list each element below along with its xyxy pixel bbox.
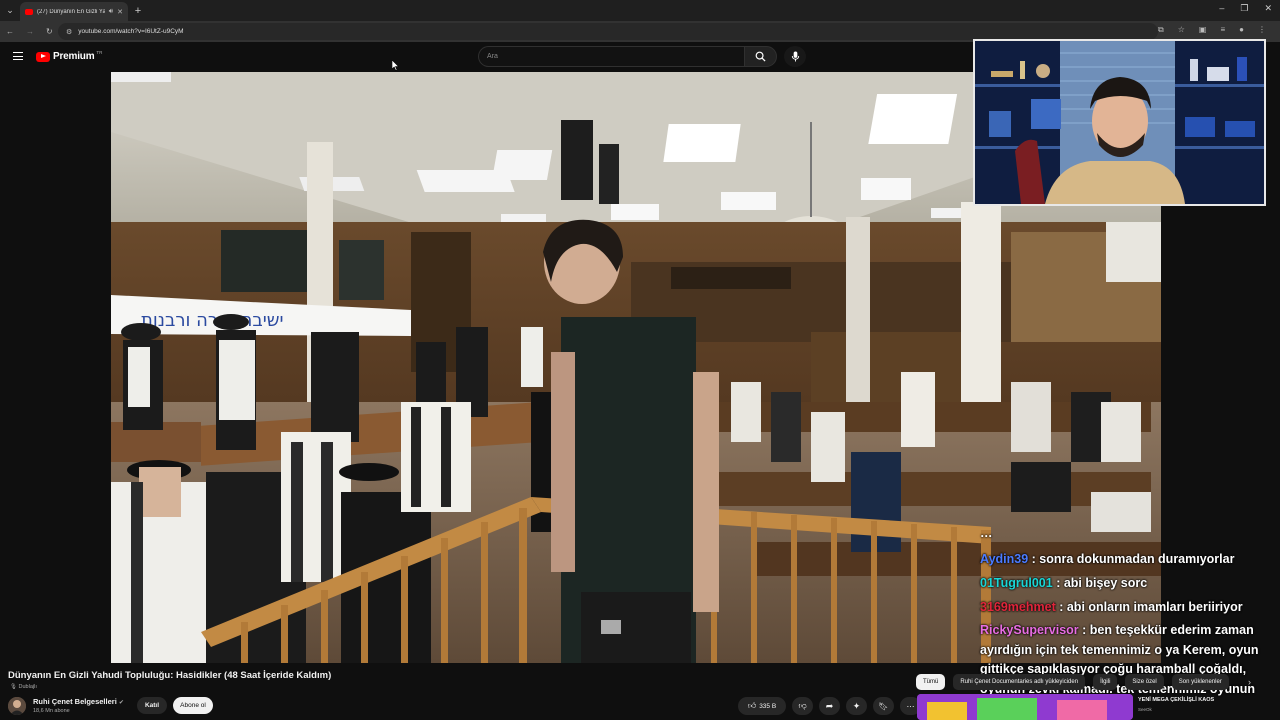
address-bar[interactable]: ⚙︎ youtube.com/watch?v=I6UtZ-u9CyM <box>58 23 1158 40</box>
like-button[interactable]: 👍︎ 335 B <box>738 697 786 715</box>
chat-message: 3169mehmet : abi onların imamları beriir… <box>980 597 1243 617</box>
share-button[interactable]: ➦ <box>819 697 840 715</box>
speaker-icon[interactable]: 🔊︎ <box>109 8 113 16</box>
chat-fragment: … <box>980 527 993 540</box>
youtube-premium-logo[interactable]: Premium TR <box>36 50 103 62</box>
save-button[interactable]: 🔖︎ <box>873 697 894 715</box>
youtube-favicon-icon <box>25 8 33 15</box>
channel-name[interactable]: Ruhi Çenet Belgeselleri ✔ <box>33 697 124 706</box>
dubbed-badge: 🎙︎ Dublajlı <box>10 684 37 690</box>
video-actions: 👍︎ 335 B 👎︎ ➦ ✦ 🔖︎ ⋯ <box>738 697 921 715</box>
like-count: 335 B <box>759 702 777 710</box>
bookmark-star-icon[interactable]: ☆ <box>1178 25 1185 35</box>
thumbnail-image <box>917 694 1133 720</box>
chip-all[interactable]: Tümü <box>916 674 946 690</box>
dubbed-icon: 🎙︎ <box>10 684 17 690</box>
more-horizontal-icon: ⋯ <box>906 701 915 711</box>
chat-text: : sonra dokunmadan duramıyorlar <box>1028 552 1235 566</box>
sparkle-icon: ✦ <box>852 700 861 711</box>
recommended-video-thumbnail[interactable] <box>917 694 1133 720</box>
chat-text: : abi onların imamları beriiriyor <box>1055 600 1243 614</box>
thumbs-down-icon: 👎︎ <box>798 701 807 710</box>
youtube-play-logo-icon <box>36 51 50 62</box>
browser-menu-icon[interactable]: ⋮ <box>1258 25 1266 35</box>
chat-username: 3169mehmet <box>980 600 1056 614</box>
tab-list-chevron-icon[interactable]: ⌄ <box>0 0 20 21</box>
recommended-video-channel: SeeOk <box>1138 707 1152 712</box>
chip-related[interactable]: İlgili <box>1093 674 1118 690</box>
chat-message: Aydin39 : sonra dokunmadan duramıyorlar <box>980 549 1234 569</box>
install-app-icon[interactable]: ⧉ <box>1158 25 1164 35</box>
subscriber-count: 18,6 Mn abone <box>33 708 70 714</box>
bookmark-icon: 🔖︎ <box>878 701 889 711</box>
chip-for-you[interactable]: Size özel <box>1125 674 1164 690</box>
window-close-icon[interactable]: ✕ <box>1264 3 1272 14</box>
media-icon[interactable]: ≡ <box>1220 25 1225 35</box>
profile-icon[interactable]: ● <box>1239 25 1244 35</box>
ask-button[interactable]: ✦ <box>846 697 867 715</box>
voice-search-button[interactable] <box>784 46 806 67</box>
url-text: youtube.com/watch?v=I6UtZ-u9CyM <box>78 28 184 35</box>
chevron-right-icon[interactable]: › <box>1248 677 1251 687</box>
extensions-icon[interactable]: ▣ <box>1199 25 1207 35</box>
search-input[interactable]: Ara <box>478 46 744 67</box>
join-button[interactable]: Katıl <box>137 697 167 714</box>
video-title: Dünyanın En Gizli Yahudi Topluluğu: Hasi… <box>8 670 332 681</box>
subscribe-button[interactable]: Abone ol <box>173 697 213 714</box>
dubbed-label: Dublajlı <box>18 684 37 690</box>
recommended-video-title[interactable]: YENİ MEGA ÇEKİLİŞLİ KAOS <box>1138 697 1214 703</box>
logo-text: Premium <box>53 51 95 62</box>
screen: ⌄ (27) Dünyanın En Gizli Yahu… 🔊︎ ✕ + – … <box>0 0 1280 720</box>
chat-username: Aydin39 <box>980 552 1029 566</box>
channel-avatar[interactable] <box>8 697 26 715</box>
mouse-cursor-icon <box>392 60 399 71</box>
webcam-overlay <box>973 39 1266 206</box>
microphone-icon <box>791 51 799 62</box>
browser-tab-bar: ⌄ (27) Dünyanın En Gizli Yahu… 🔊︎ ✕ + – … <box>0 0 1280 21</box>
share-icon: ➦ <box>825 700 834 711</box>
chip-from-uploader[interactable]: Ruhi Çenet Documentaries adlı yükleyicid… <box>953 674 1086 690</box>
banner-text: ישיבת תורה ורבנות <box>141 310 284 331</box>
search-icon <box>755 51 766 62</box>
tab-title: (27) Dünyanın En Gizli Yahu… <box>37 8 105 15</box>
tab-close-icon[interactable]: ✕ <box>117 8 123 16</box>
search-button[interactable] <box>744 46 777 67</box>
chip-recently-uploaded[interactable]: Son yüklenenler <box>1171 674 1229 690</box>
site-info-icon[interactable]: ⚙︎ <box>66 28 72 36</box>
chat-message: 01Tugrul001 : abi bişey sorc <box>980 573 1147 593</box>
restore-icon[interactable]: ❐ <box>1240 3 1248 14</box>
back-arrow-icon[interactable]: ← <box>6 27 14 36</box>
reload-icon[interactable]: ↻ <box>46 27 53 36</box>
verified-check-icon: ✔ <box>118 700 124 706</box>
minimize-icon[interactable]: – <box>1219 3 1224 14</box>
browser-tab-youtube[interactable]: (27) Dünyanın En Gizli Yahu… 🔊︎ ✕ <box>20 2 128 21</box>
thumbs-up-icon: 👍︎ <box>747 701 757 710</box>
forward-arrow-icon[interactable]: → <box>26 27 34 36</box>
webcam-frame <box>975 41 1264 204</box>
guide-menu-icon[interactable] <box>13 52 23 60</box>
live-chat-overlay: … Aydin39 : sonra dokunmadan duramıyorla… <box>978 527 1278 720</box>
chat-username: RickySupervisor <box>980 623 1079 637</box>
dislike-button[interactable]: 👎︎ <box>792 697 813 715</box>
related-chips: Tümü Ruhi Çenet Documentaries adlı yükle… <box>916 674 1229 690</box>
avatar-image <box>8 697 26 715</box>
channel-name-text: Ruhi Çenet Belgeselleri <box>33 697 117 706</box>
chat-username: 01Tugrul001 <box>980 576 1053 590</box>
chat-text: : abi bişey sorc <box>1052 576 1148 590</box>
logo-region: TR <box>96 50 103 55</box>
new-tab-plus-icon[interactable]: + <box>128 5 148 17</box>
